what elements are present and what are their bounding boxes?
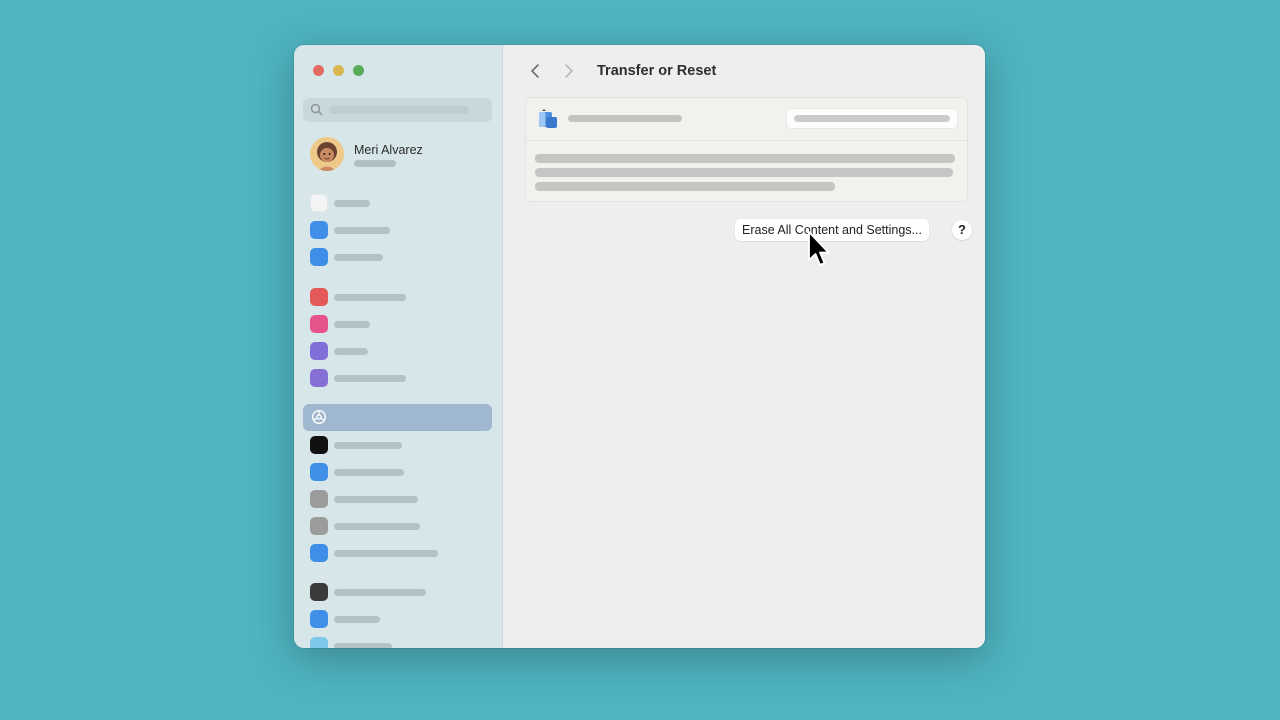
avatar [310, 137, 344, 171]
zoom-button[interactable] [353, 65, 364, 76]
description-text [535, 182, 835, 191]
user-subtitle [354, 160, 396, 167]
mouse-cursor-icon [807, 230, 831, 273]
sidebar-item-icon [310, 490, 328, 508]
sidebar-item[interactable] [310, 315, 370, 333]
system-settings-window: Meri Alvarez Transfer or Reset Erase All… [294, 45, 985, 648]
sidebar-item[interactable] [310, 436, 402, 454]
sidebar-item[interactable] [310, 369, 406, 387]
transfer-card-header [526, 98, 967, 141]
erase-all-content-button[interactable]: Erase All Content and Settings... [735, 219, 929, 241]
chevron-left-icon [531, 64, 539, 78]
sidebar-item-icon [310, 288, 328, 306]
sidebar-item-icon [310, 194, 328, 212]
sidebar-item[interactable] [310, 221, 390, 239]
sidebar-item-icon [310, 517, 328, 535]
window-controls [313, 65, 364, 76]
sidebar-item-general-selected[interactable] [303, 404, 492, 431]
sidebar-item[interactable] [310, 637, 392, 648]
forward-button[interactable] [559, 61, 579, 81]
user-name: Meri Alvarez [354, 143, 423, 157]
page-title: Transfer or Reset [597, 63, 717, 79]
sidebar-item[interactable] [310, 288, 406, 306]
sidebar-item-icon [310, 315, 328, 333]
transfer-card [525, 97, 968, 202]
sidebar-item-icon [310, 463, 328, 481]
sidebar-item-icon [310, 248, 328, 266]
sidebar-item-icon [310, 637, 328, 648]
open-migration-button[interactable] [787, 109, 957, 128]
minimize-button[interactable] [333, 65, 344, 76]
sidebar-item-icon [310, 583, 328, 601]
description-text [535, 154, 955, 163]
sidebar-item-icon [310, 436, 328, 454]
sidebar-item-icon [310, 369, 328, 387]
sidebar-item-general[interactable] [310, 408, 328, 426]
sidebar-item[interactable] [310, 583, 426, 601]
sidebar-item-icon [310, 544, 328, 562]
sidebar-item-icon [310, 342, 328, 360]
sidebar-item[interactable] [310, 342, 368, 360]
transfer-label [568, 115, 682, 122]
toolbar: Transfer or Reset [525, 61, 716, 81]
back-button[interactable] [525, 61, 545, 81]
search-placeholder [329, 106, 469, 114]
migration-assistant-icon [537, 109, 559, 136]
sidebar-item-icon [310, 610, 328, 628]
sidebar-item-icon [310, 221, 328, 239]
close-button[interactable] [313, 65, 324, 76]
main-content: Transfer or Reset Erase All Content and … [503, 45, 985, 648]
sidebar-item[interactable] [310, 194, 370, 212]
general-icon [310, 408, 328, 426]
help-button[interactable]: ? [952, 220, 972, 240]
search-input[interactable] [303, 98, 492, 122]
sidebar-item[interactable] [310, 610, 380, 628]
sidebar-item[interactable] [310, 544, 438, 562]
chevron-right-icon [565, 64, 573, 78]
description-text [535, 168, 953, 177]
sidebar: Meri Alvarez [294, 45, 503, 648]
search-icon [310, 103, 323, 121]
sidebar-item[interactable] [310, 517, 420, 535]
sidebar-item[interactable] [310, 490, 418, 508]
sidebar-item[interactable] [310, 248, 383, 266]
sidebar-item[interactable] [310, 463, 404, 481]
